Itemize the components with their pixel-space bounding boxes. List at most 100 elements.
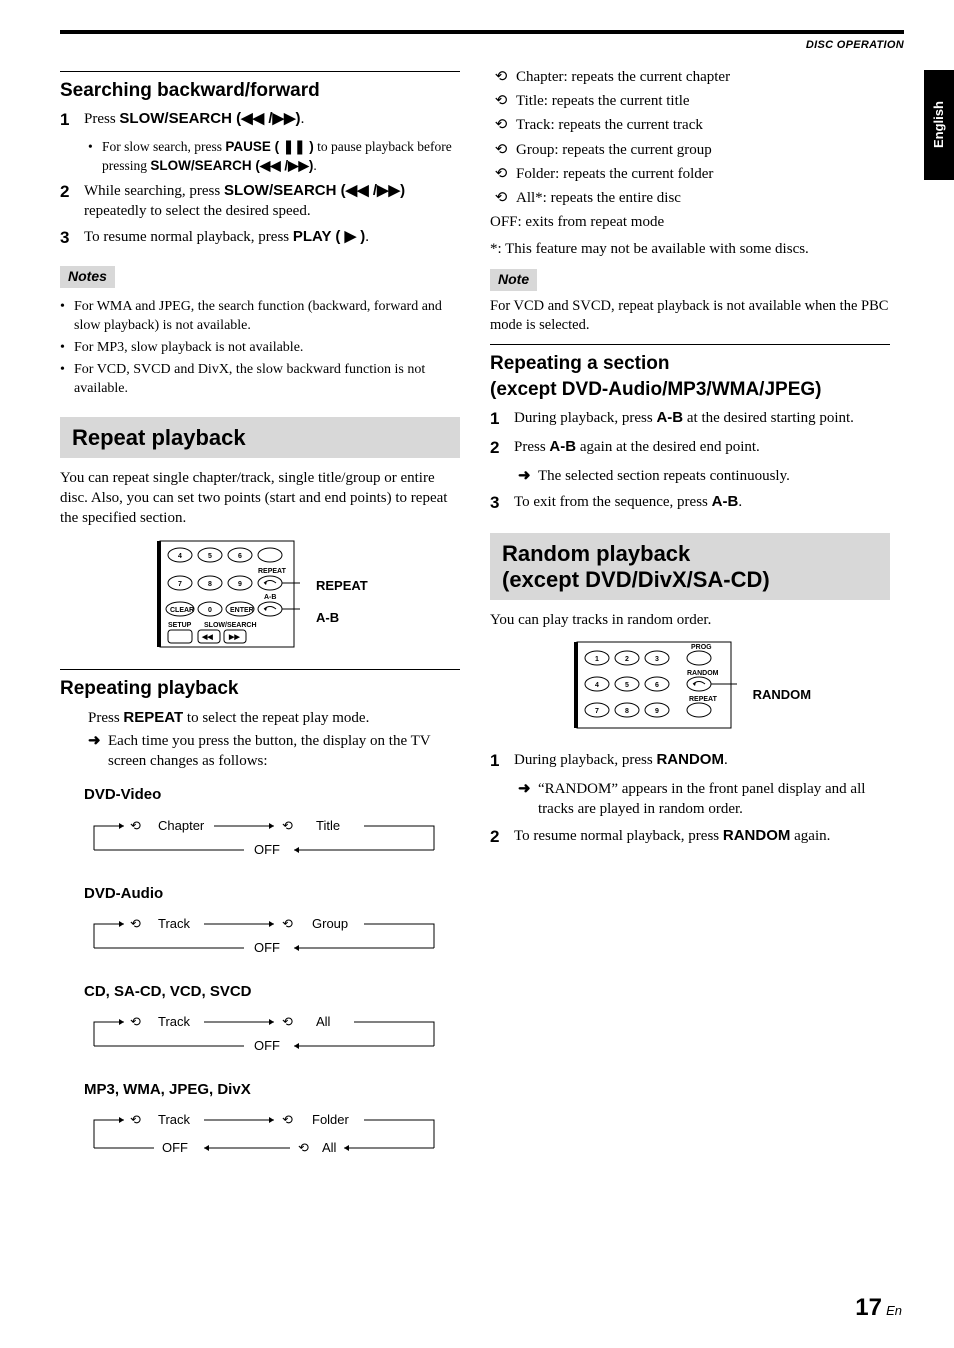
svg-text:7: 7 <box>178 581 182 588</box>
svg-text:6: 6 <box>655 682 659 689</box>
loop-icon: ⟲ <box>490 164 512 184</box>
svg-text:CLEAR: CLEAR <box>170 607 194 614</box>
ab-step-1: 1 During playback, press A-B at the desi… <box>490 408 890 431</box>
cycle-dvd-audio: ⟲ Track ⟲ Group OFF <box>84 908 460 968</box>
svg-text:⟲: ⟲ <box>130 1112 141 1127</box>
svg-text:Track: Track <box>158 916 191 931</box>
random-intro: You can play tracks in random order. <box>490 610 890 630</box>
svg-text:⟲: ⟲ <box>130 818 141 833</box>
search-step-1-sub: • For slow search, press PAUSE ( ❚❚ ) to… <box>88 138 460 174</box>
cycle-dvd-video: ⟲ Chapter ⟲ Title OFF <box>84 810 460 870</box>
callout-repeat: REPEAT <box>316 577 368 595</box>
repeat-intro: You can repeat single chapter/track, sin… <box>60 468 460 529</box>
section-searching: Searching backward/forward 1 Press SLOW/… <box>60 71 460 399</box>
svg-text:All: All <box>316 1014 331 1029</box>
search-step-3: 3 To resume normal playback, press PLAY … <box>60 227 460 250</box>
random-step-1: 1 During playback, press RANDOM. <box>490 750 890 773</box>
note-label: Note <box>490 269 537 291</box>
asterisk-note: *: This feature may not be available wit… <box>490 239 890 259</box>
svg-text:Folder: Folder <box>312 1112 350 1127</box>
svg-text:OFF: OFF <box>254 842 280 857</box>
remote-figure-repeat: 4 5 6 7 8 9 REPEAT CLEAR 0 <box>60 539 460 655</box>
svg-text:1: 1 <box>595 656 599 663</box>
arrow-icon: ➜ <box>88 731 108 772</box>
svg-text:Track: Track <box>158 1014 191 1029</box>
format-head: CD, SA-CD, VCD, SVCD <box>84 982 460 1002</box>
svg-text:⟲: ⟲ <box>282 1014 293 1029</box>
callout-ab: A-B <box>316 609 368 627</box>
remote-icon: 1 2 3 PROG 4 5 6 RANDOM 7 8 <box>569 640 739 730</box>
header-section-label: DISC OPERATION <box>60 38 904 53</box>
left-column: Searching backward/forward 1 Press SLOW/… <box>60 63 460 1166</box>
svg-text:Track: Track <box>158 1112 191 1127</box>
svg-text:9: 9 <box>238 581 242 588</box>
remote-icon: 4 5 6 7 8 9 REPEAT CLEAR 0 <box>152 539 302 649</box>
svg-text:A-B: A-B <box>264 594 276 601</box>
section-repeating-playback: Repeating playback Press REPEAT to selec… <box>60 669 460 1166</box>
svg-text:⟲: ⟲ <box>282 916 293 931</box>
top-rule <box>60 30 904 34</box>
search-step-2: 2 While searching, press SLOW/SEARCH (◀◀… <box>60 181 460 222</box>
repeat-mode-item: Track: repeats the current track <box>516 115 703 135</box>
svg-text:⟲: ⟲ <box>130 1014 141 1029</box>
svg-text:4: 4 <box>595 682 599 689</box>
repeat-mode-item: Title: repeats the current title <box>516 91 690 111</box>
svg-text:SLOW/SEARCH: SLOW/SEARCH <box>204 622 257 629</box>
loop-icon: ⟲ <box>490 67 512 87</box>
svg-text:⟲: ⟲ <box>298 1140 309 1155</box>
svg-text:5: 5 <box>625 682 629 689</box>
svg-text:REPEAT: REPEAT <box>689 696 718 703</box>
loop-icon: ⟲ <box>490 140 512 160</box>
ab-step-3: 3 To exit from the sequence, press A-B. <box>490 492 890 515</box>
svg-text:2: 2 <box>625 656 629 663</box>
box-random-playback: Random playback (except DVD/DivX/SA-CD) <box>490 533 890 600</box>
svg-text:Chapter: Chapter <box>158 818 205 833</box>
section-title: Repeating playback <box>60 676 460 702</box>
callout-random: RANDOM <box>753 686 812 704</box>
svg-text:Group: Group <box>312 916 348 931</box>
section-repeating-a-section: Repeating a section (except DVD-Audio/MP… <box>490 344 890 515</box>
svg-text:Title: Title <box>316 818 340 833</box>
svg-text:3: 3 <box>655 656 659 663</box>
note-item: For VCD, SVCD and DivX, the slow backwar… <box>74 361 460 399</box>
arrow-icon: ➜ <box>518 466 538 486</box>
random-step-2: 2 To resume normal playback, press RANDO… <box>490 826 890 849</box>
svg-text:▶▶: ▶▶ <box>228 634 240 641</box>
svg-text:◀◀: ◀◀ <box>201 634 213 641</box>
cycle-cd: ⟲ Track ⟲ All OFF <box>84 1006 460 1066</box>
repeat-off-line: OFF: exits from repeat mode <box>490 212 890 232</box>
svg-text:7: 7 <box>595 708 599 715</box>
svg-text:All: All <box>322 1140 337 1155</box>
loop-icon: ⟲ <box>490 115 512 135</box>
svg-text:8: 8 <box>208 581 212 588</box>
repeat-mode-item: All*: repeats the entire disc <box>516 188 681 208</box>
svg-text:RANDOM: RANDOM <box>687 670 719 677</box>
ab-step-2: 2 Press A-B again at the desired end poi… <box>490 437 890 460</box>
format-head: DVD-Video <box>84 785 460 805</box>
loop-icon: ⟲ <box>490 91 512 111</box>
svg-text:OFF: OFF <box>162 1140 188 1155</box>
svg-text:OFF: OFF <box>254 1038 280 1053</box>
svg-text:⟲: ⟲ <box>282 818 293 833</box>
repeat-mode-item: Chapter: repeats the current chapter <box>516 67 730 87</box>
svg-text:PROG: PROG <box>691 644 712 651</box>
note-item: For WMA and JPEG, the search function (b… <box>74 298 460 336</box>
search-notes-list: •For WMA and JPEG, the search function (… <box>60 298 460 398</box>
svg-text:ENTER: ENTER <box>230 607 254 614</box>
search-step-1: 1 Press SLOW/SEARCH (◀◀ /▶▶). <box>60 109 460 132</box>
svg-text:OFF: OFF <box>254 940 280 955</box>
section-title: Searching backward/forward <box>60 78 460 104</box>
format-head: MP3, WMA, JPEG, DivX <box>84 1080 460 1100</box>
svg-text:⟲: ⟲ <box>130 916 141 931</box>
arrow-icon: ➜ <box>518 779 538 820</box>
right-column: ⟲Chapter: repeats the current chapter ⟲T… <box>490 63 890 1166</box>
format-head: DVD-Audio <box>84 884 460 904</box>
language-tab: English <box>924 70 954 180</box>
svg-text:9: 9 <box>655 708 659 715</box>
svg-text:⟲: ⟲ <box>282 1112 293 1127</box>
svg-text:0: 0 <box>208 607 212 614</box>
section-title: Repeating a section (except DVD-Audio/MP… <box>490 351 890 402</box>
svg-text:REPEAT: REPEAT <box>258 568 287 575</box>
page-number: 17 En <box>855 1292 902 1324</box>
box-repeat-playback: Repeat playback <box>60 417 460 458</box>
